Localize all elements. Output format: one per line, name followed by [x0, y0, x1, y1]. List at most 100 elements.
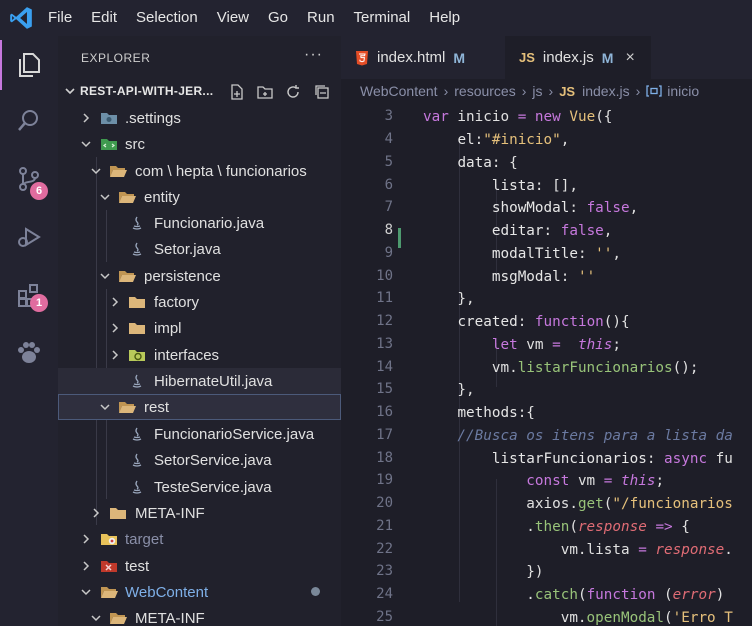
extensions-activity[interactable]: 1: [0, 270, 58, 320]
breadcrumb-item[interactable]: inicio: [667, 83, 699, 99]
tree-item-interfaces[interactable]: interfaces: [58, 342, 341, 368]
vscode-logo-icon[interactable]: [8, 5, 34, 31]
source-control-activity[interactable]: 6: [0, 154, 58, 204]
close-icon[interactable]: ×: [625, 49, 634, 67]
tree-item-factory[interactable]: factory: [58, 289, 341, 315]
menu-run[interactable]: Run: [307, 0, 335, 36]
tree-item-settings[interactable]: .settings: [58, 105, 341, 131]
tree-item-test[interactable]: test: [58, 553, 341, 579]
menu-file[interactable]: File: [48, 0, 72, 36]
refresh-icon[interactable]: [284, 83, 302, 101]
code-line[interactable]: axios.get("/funcionarios: [423, 494, 733, 514]
code-line[interactable]: .then(response => {: [423, 517, 690, 537]
menu-view[interactable]: View: [217, 0, 249, 36]
code-line[interactable]: //Busca os itens para a lista da: [423, 426, 732, 446]
code-line[interactable]: lista: [],: [423, 176, 578, 196]
line-number: 8: [384, 222, 393, 238]
code-line[interactable]: vm.openModal('Erro T: [423, 608, 733, 626]
code-line[interactable]: showModal: false,: [423, 198, 638, 218]
more-actions-icon[interactable]: ···: [304, 46, 323, 64]
search-activity[interactable]: [0, 96, 58, 146]
code-line[interactable]: vm.listarFuncionarios();: [423, 358, 699, 378]
code-line[interactable]: },: [423, 289, 474, 309]
line-number: 20: [376, 495, 393, 511]
code-line[interactable]: editar: false,: [423, 221, 613, 241]
menu-edit[interactable]: Edit: [91, 0, 117, 36]
tree-item-testeservice-java[interactable]: TesteService.java: [58, 474, 341, 500]
tree-item-label: Setor.java: [154, 240, 221, 258]
modified-dot: [311, 587, 320, 596]
tab-label: index.js: [542, 49, 594, 66]
line-number: 19: [376, 472, 393, 488]
tree-item-target[interactable]: target: [58, 526, 341, 552]
tree-item-meta-inf[interactable]: META-INF: [58, 500, 341, 526]
tree-item-label: com \ hepta \ funcionarios: [135, 162, 307, 180]
breadcrumb-item[interactable]: js: [532, 83, 542, 99]
code-line[interactable]: msgModal: '': [423, 267, 595, 287]
code-line[interactable]: data: {: [423, 153, 517, 173]
run-debug-activity[interactable]: [0, 212, 58, 262]
tree-item-label: interfaces: [154, 346, 220, 364]
line-number: 14: [376, 359, 393, 375]
menu-terminal[interactable]: Terminal: [354, 0, 411, 36]
chevron-down-icon: [100, 404, 110, 411]
tab-index-html[interactable]: index.html M: [341, 36, 505, 79]
tree-item-meta-inf-webcontent[interactable]: META-INF: [58, 605, 341, 626]
extensions-badge: 1: [30, 294, 48, 312]
line-number: 16: [376, 404, 393, 420]
tree-item-webcontent[interactable]: WebContent: [58, 579, 341, 605]
code-line[interactable]: }): [423, 562, 543, 582]
tree-item-setor-java[interactable]: Setor.java: [58, 236, 341, 262]
tree-item-label: .settings: [125, 109, 181, 127]
menu-selection[interactable]: Selection: [136, 0, 198, 36]
tree-item-funcionario-java[interactable]: Funcionario.java: [58, 210, 341, 236]
tree-item-hibernateutil-java[interactable]: HibernateUtil.java: [58, 368, 341, 394]
menu-help[interactable]: Help: [429, 0, 460, 36]
tree-item-funcionarioservice-java[interactable]: FuncionarioService.java: [58, 421, 341, 447]
breadcrumb-item[interactable]: resources: [454, 83, 515, 99]
line-number: 17: [376, 427, 393, 443]
breadcrumb-item[interactable]: index.js: [582, 83, 629, 99]
tree-item-impl[interactable]: impl: [58, 315, 341, 341]
tab-label: index.html: [377, 49, 446, 66]
folder-open-icon: [119, 271, 136, 282]
tree-item-label: FuncionarioService.java: [154, 425, 315, 443]
code-line[interactable]: var inicio = new Vue({: [423, 107, 612, 127]
tree-item-label: rest: [144, 398, 170, 416]
tree-item-package[interactable]: com \ hepta \ funcionarios: [58, 158, 341, 184]
project-header[interactable]: REST-API-WITH-JER...: [58, 79, 341, 103]
new-file-icon[interactable]: [228, 83, 246, 101]
tree-item-persistence[interactable]: persistence: [58, 263, 341, 289]
modified-line-marker: [398, 228, 401, 248]
code-line[interactable]: methods:{: [423, 403, 534, 423]
tree-item-src[interactable]: src: [58, 131, 341, 157]
code-line[interactable]: vm.lista = response.: [423, 540, 733, 560]
explorer-activity[interactable]: [0, 40, 58, 90]
menu-go[interactable]: Go: [268, 0, 288, 36]
breadcrumb-item[interactable]: WebContent: [360, 83, 438, 99]
explorer-title: EXPLORER: [81, 50, 151, 65]
code-line[interactable]: listarFuncionarios: async fu: [423, 449, 733, 469]
collapse-all-icon[interactable]: [313, 83, 331, 101]
tree-item-label: SetorService.java: [154, 451, 272, 469]
tree-item-label: TesteService.java: [154, 478, 272, 496]
code-line[interactable]: let vm = this;: [423, 335, 621, 355]
chevron-down-icon: [65, 88, 75, 95]
code-line[interactable]: modalTitle: '',: [423, 244, 621, 264]
code-line[interactable]: .catch(function (error): [423, 585, 724, 605]
code-line[interactable]: created: function(){: [423, 312, 629, 332]
tree-item-entity[interactable]: entity: [58, 184, 341, 210]
tab-index-js[interactable]: JS index.js M ×: [505, 36, 651, 79]
code-line[interactable]: },: [423, 380, 474, 400]
test-folder-icon: [101, 561, 117, 572]
chevron-right-icon: ›: [635, 83, 641, 99]
code-line[interactable]: const vm = this;: [423, 471, 664, 491]
tree-item-rest[interactable]: rest: [58, 394, 341, 420]
code-line[interactable]: el:"#inicio",: [423, 130, 569, 150]
chevron-right-icon: ›: [548, 83, 554, 99]
remote-activity[interactable]: [0, 328, 58, 378]
new-folder-icon[interactable]: [256, 83, 274, 101]
tree-item-setorservice-java[interactable]: SetorService.java: [58, 447, 341, 473]
chevron-right-icon: [112, 297, 119, 307]
code-editor[interactable]: var inicio = new Vue({ el:"#inicio", dat…: [423, 103, 752, 626]
